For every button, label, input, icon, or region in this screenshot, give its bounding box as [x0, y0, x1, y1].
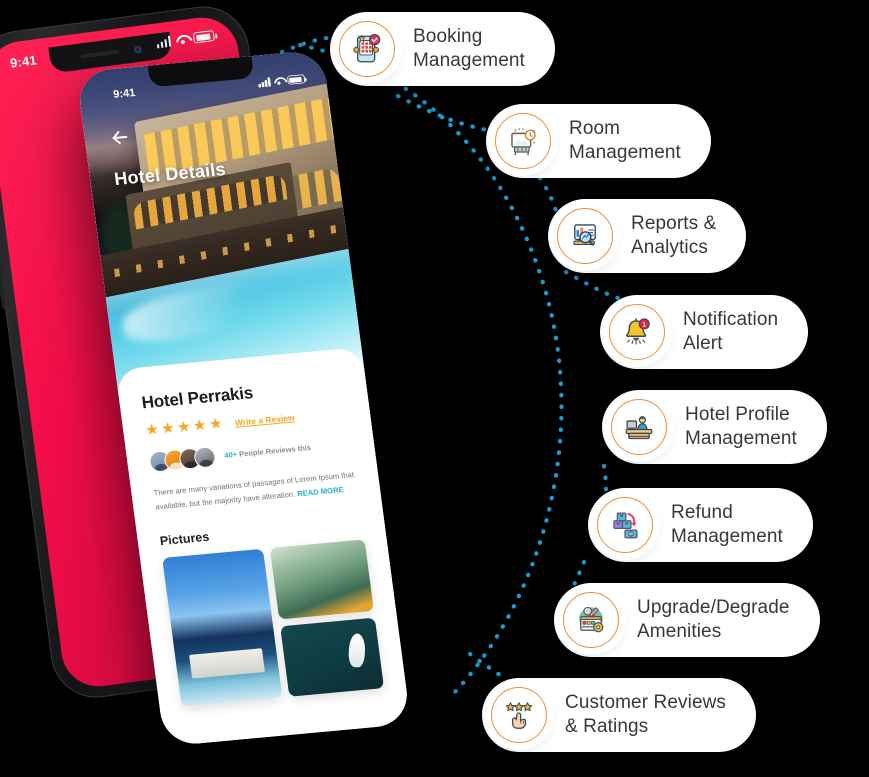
feature-label: Reports & Analytics	[631, 213, 717, 258]
reviewers-count: 40+	[223, 449, 238, 460]
signal-bars-icon	[156, 35, 172, 49]
feature-chip-room-management[interactable]: Room Management	[486, 104, 711, 178]
front-camera-icon	[133, 45, 142, 53]
feature-label: Refund Management	[671, 502, 783, 547]
feature-label: Notification Alert	[683, 309, 779, 354]
picture-pool-villa[interactable]	[162, 548, 283, 707]
feature-chip-refund-management[interactable]: Refund Management	[588, 488, 813, 562]
wifi-icon	[175, 34, 189, 46]
reception-desk-icon	[611, 399, 667, 455]
feature-label: Room Management	[569, 118, 681, 163]
feature-label: Hotel Profile Management	[685, 404, 797, 449]
feature-label: Booking Management	[413, 26, 525, 71]
reports-chart-icon	[557, 208, 613, 264]
refund-box-money-icon	[597, 497, 653, 553]
battery-icon	[286, 74, 305, 85]
earpiece-speaker	[80, 49, 119, 59]
amenities-tools-icon	[563, 592, 619, 648]
reviewers-label: People Reviews this	[238, 442, 312, 459]
svg-text:1: 1	[642, 322, 646, 329]
room-board-icon	[495, 113, 551, 169]
reviewers-row: 40+ People Reviews this	[148, 433, 353, 473]
wifi-icon	[272, 77, 284, 86]
feature-chip-notification-alert[interactable]: 1 Notification Alert	[600, 295, 809, 369]
feature-chip-upgrade-amenities[interactable]: Upgrade/Degrade Amenities	[554, 583, 820, 657]
picture-mountain-greenery[interactable]	[269, 539, 374, 620]
stars-hand-icon	[491, 687, 547, 743]
reviewer-avatars	[148, 445, 217, 473]
bell-alert-icon: 1	[609, 304, 665, 360]
infographic-stage: 9:41 9:41 Hotel Details Hotel Perrakis ★…	[0, 0, 869, 777]
hotel-detail-card: Hotel Perrakis ★★★★★ Write a Review 40+ …	[115, 346, 411, 747]
read-more-link[interactable]: READ MORE	[297, 485, 344, 498]
battery-icon	[192, 29, 215, 44]
write-review-link[interactable]: Write a Review	[234, 412, 295, 427]
hotel-hero-image	[76, 49, 366, 400]
feature-chip-hotel-profile[interactable]: Hotel Profile Management	[602, 390, 827, 464]
feature-chip-reports-analytics[interactable]: Reports & Analytics	[548, 199, 747, 273]
pictures-column	[269, 539, 385, 697]
status-time-front: 9:41	[112, 86, 137, 101]
hotel-description: There are many variations of passages of…	[153, 468, 359, 515]
star-rating: ★★★★★	[144, 414, 227, 440]
status-time-back: 9:41	[9, 52, 38, 71]
feature-label: Customer Reviews & Ratings	[565, 692, 727, 737]
feature-label: Upgrade/Degrade Amenities	[637, 597, 790, 642]
back-arrow-icon[interactable]	[108, 126, 133, 150]
feature-chip-booking-management[interactable]: Booking Management	[330, 12, 555, 86]
signal-bars-icon	[257, 77, 271, 88]
reviewers-count-text: 40+ People Reviews this	[224, 443, 312, 460]
pictures-gallery	[162, 539, 385, 707]
picture-boat-sea[interactable]	[280, 617, 385, 697]
booking-phone-icon	[339, 21, 395, 77]
feature-chip-customer-reviews[interactable]: Customer Reviews & Ratings	[482, 678, 757, 752]
